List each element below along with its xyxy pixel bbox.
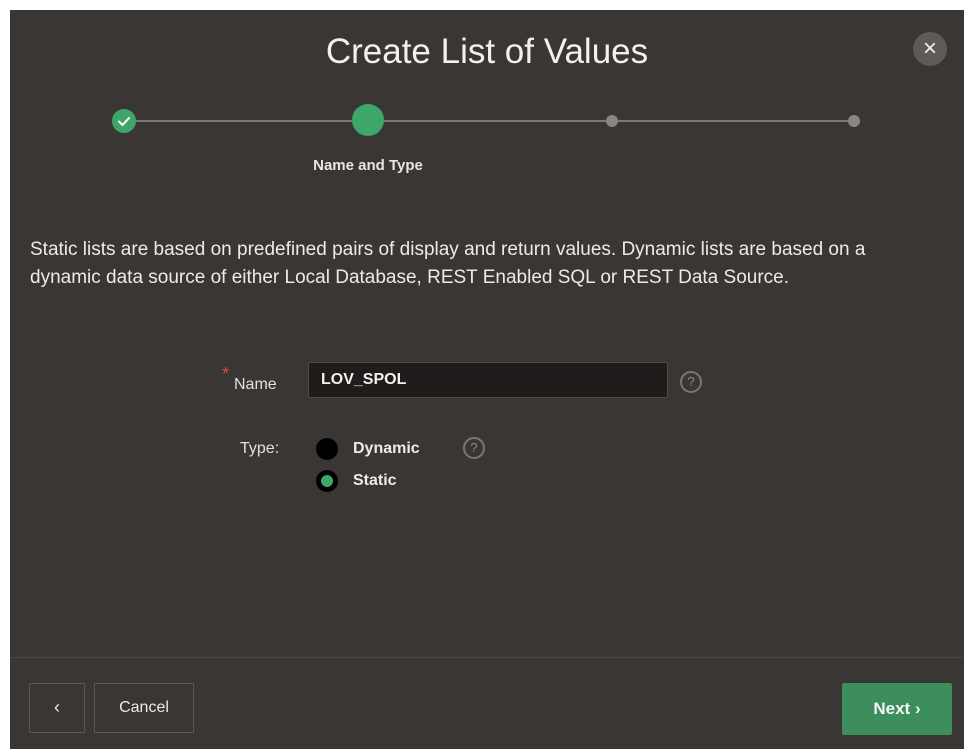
step-1-complete [112,109,136,133]
dialog-title: Create List of Values [325,32,649,71]
previous-button[interactable]: ‹ [29,683,85,733]
name-input[interactable] [308,362,668,398]
radio-selected-dot [321,475,333,487]
create-lov-dialog: Create List of Values × Name and Type St… [10,10,964,749]
close-icon: × [922,35,937,62]
chevron-left-icon: ‹ [54,697,60,717]
type-static-radio[interactable] [316,470,338,492]
progress-track [124,120,854,122]
footer-divider [10,657,964,658]
type-static-label[interactable]: Static [353,472,397,490]
close-button[interactable]: × [913,32,947,66]
step-3-future [606,115,618,127]
description-text: Static lists are based on predefined pai… [30,239,866,288]
type-dynamic-label[interactable]: Dynamic [353,440,420,458]
cancel-button[interactable]: Cancel [94,683,194,733]
name-help-icon[interactable]: ? [680,371,702,393]
type-dynamic-radio[interactable] [316,438,338,460]
step-4-future [848,115,860,127]
type-label: Type: [240,440,280,457]
current-step-label: Name and Type [313,157,423,174]
next-button[interactable]: Next › [842,683,952,735]
check-icon [118,117,130,126]
required-indicator: * [222,364,230,384]
type-help-icon[interactable]: ? [463,437,485,459]
step-2-current [352,104,384,136]
name-label: Name [234,376,277,393]
